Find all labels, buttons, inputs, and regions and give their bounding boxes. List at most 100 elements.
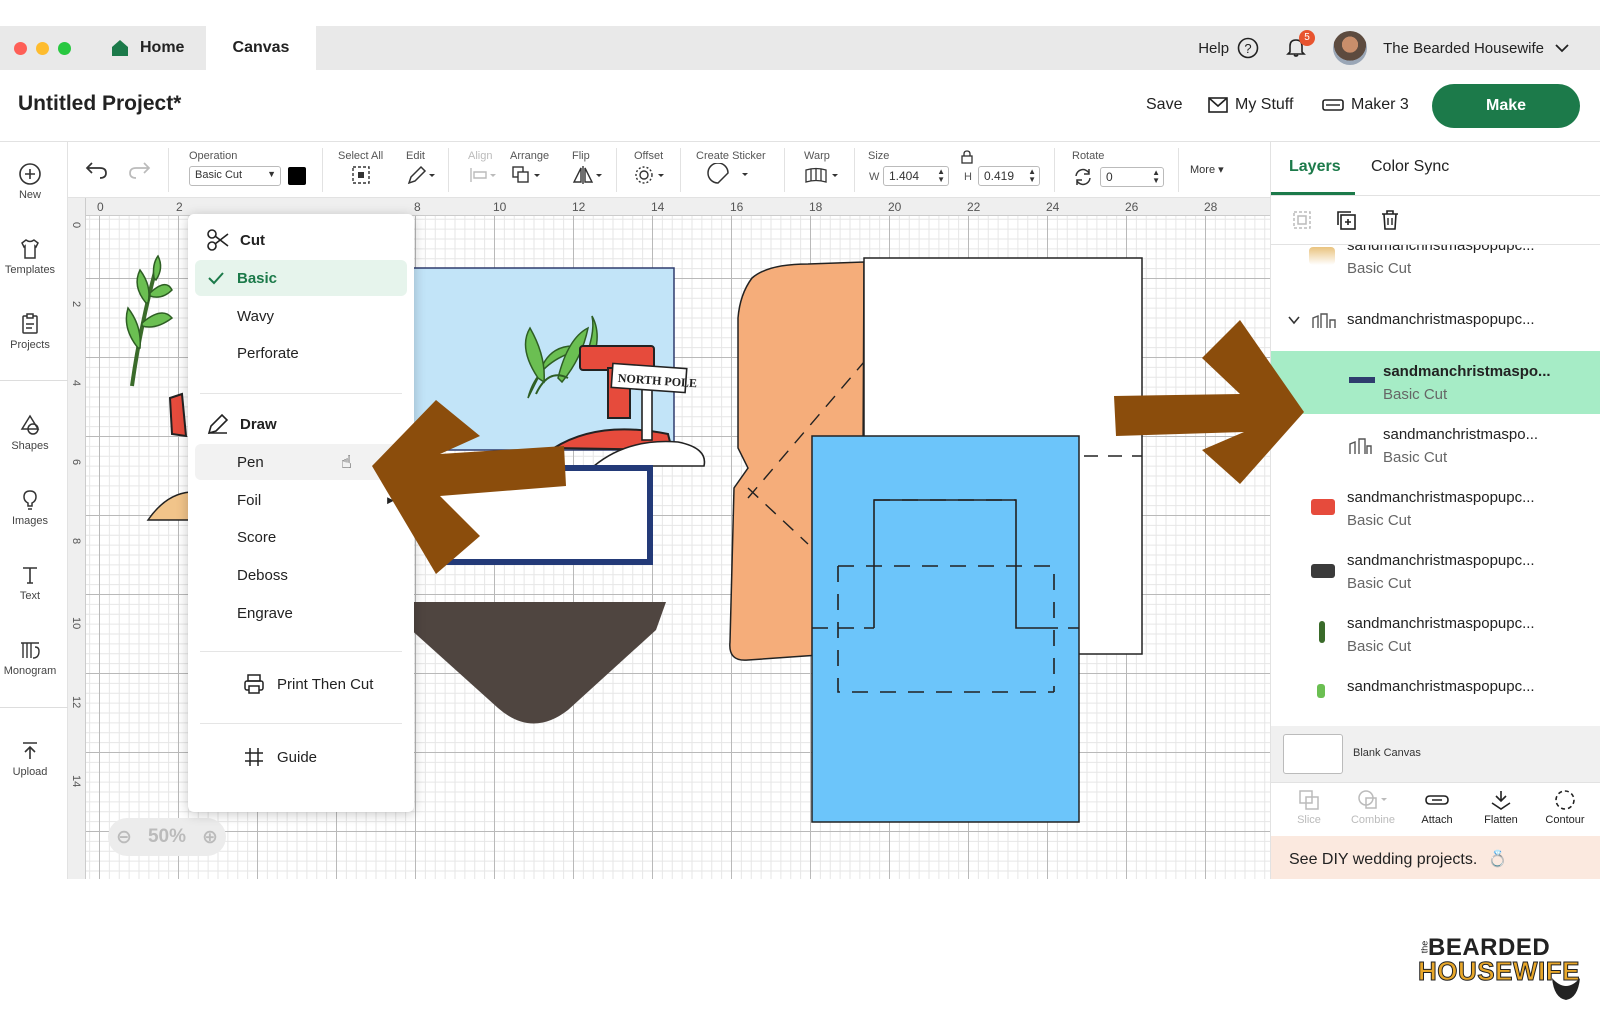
tab-canvas[interactable]: Canvas — [206, 26, 316, 70]
slice-button[interactable]: Slice — [1277, 789, 1341, 826]
nav-new[interactable]: New — [0, 162, 60, 201]
edit-group[interactable]: Edit — [406, 150, 436, 189]
combine-button[interactable]: Combine — [1341, 789, 1405, 826]
plant-shape[interactable] — [125, 254, 174, 387]
toolbar-divider — [168, 148, 169, 192]
more-button[interactable]: More ▾ — [1190, 163, 1224, 176]
layer-row[interactable]: sandmanchristmaspopupc... Basic Cut — [1271, 540, 1600, 603]
tab-home[interactable]: Home — [100, 26, 204, 70]
operation-select[interactable]: Basic Cut ▼ — [189, 166, 281, 186]
flip-group[interactable]: Flip — [572, 150, 606, 189]
tab-canvas-label: Canvas — [232, 39, 290, 56]
project-title[interactable]: Untitled Project* — [18, 92, 181, 116]
zoom-out-button[interactable]: ⊖ — [116, 826, 132, 849]
layer-row[interactable]: sandmanchristmaspo... Basic Cut — [1271, 414, 1600, 477]
nav-templates-label: Templates — [4, 264, 56, 276]
layer-row[interactable]: sandmanchristmaspopupc... Basic Cut — [1271, 245, 1600, 288]
contour-button[interactable]: Contour — [1533, 789, 1597, 826]
notification-badge: 5 — [1299, 30, 1316, 46]
group-icon[interactable] — [1291, 209, 1313, 231]
select-all-icon — [351, 166, 370, 184]
nav-projects[interactable]: Projects — [0, 312, 60, 351]
offset-group[interactable]: Offset — [634, 150, 668, 189]
tab-layers[interactable]: Layers — [1289, 158, 1341, 176]
height-input[interactable]: 0.419 ▲ ▼ — [978, 166, 1040, 186]
nav-text-label: Text — [19, 590, 41, 602]
tab-color-sync[interactable]: Color Sync — [1371, 158, 1449, 176]
operation-color-swatch[interactable] — [288, 167, 306, 185]
nav-shapes-label: Shapes — [11, 440, 49, 452]
blank-canvas-row[interactable]: Blank Canvas — [1271, 726, 1600, 782]
close-window-button[interactable] — [14, 42, 27, 55]
pen-label: Pen — [237, 453, 264, 471]
select-all-group[interactable]: Select All — [338, 150, 383, 189]
nav-monogram[interactable]: Monogram — [0, 638, 60, 677]
operation-guide[interactable]: Guide — [188, 739, 414, 775]
lock-icon[interactable] — [961, 150, 973, 164]
flatten-icon — [1491, 791, 1511, 810]
operation-pen[interactable]: Pen ☝ — [195, 444, 407, 480]
operation-basic[interactable]: Basic — [195, 260, 407, 296]
combine-icon — [1358, 790, 1387, 809]
operation-score[interactable]: Score — [188, 519, 414, 555]
redo-icon[interactable] — [126, 160, 152, 180]
user-name[interactable]: The Bearded Housewife — [1383, 40, 1544, 57]
hat-shape-fragment[interactable] — [146, 491, 191, 521]
layer-group-row[interactable]: sandmanchristmaspopupc... — [1271, 288, 1600, 351]
align-icon — [470, 168, 496, 182]
warp-group[interactable]: Warp — [804, 150, 844, 189]
flatten-button[interactable]: Flatten — [1469, 789, 1533, 826]
rotate-input[interactable]: 0 ▲ ▼ — [1100, 167, 1164, 187]
navy-frame-shape[interactable] — [433, 465, 653, 565]
make-button[interactable]: Make — [1432, 84, 1580, 128]
undo-icon[interactable] — [84, 160, 110, 180]
create-sticker-group[interactable]: Create Sticker — [696, 150, 766, 190]
save-button[interactable]: Save — [1146, 96, 1182, 114]
operation-perforate[interactable]: Perforate — [188, 335, 414, 371]
brown-pocket-shape[interactable] — [398, 602, 666, 724]
attach-button[interactable]: Attach — [1405, 789, 1469, 826]
tab-home-label: Home — [140, 39, 185, 56]
nav-shapes[interactable]: Shapes — [0, 413, 60, 452]
perforate-label: Perforate — [237, 344, 299, 362]
layer-row-selected[interactable]: sandmanchristmaspo... Basic Cut — [1271, 351, 1600, 414]
machine-select[interactable]: Maker 3 — [1322, 96, 1409, 114]
arrange-icon — [512, 166, 540, 183]
promo-banner[interactable]: See DIY wedding projects. 💍 — [1271, 836, 1600, 879]
offset-icon — [635, 166, 664, 184]
chevron-down-icon[interactable] — [1554, 40, 1570, 56]
size-group: Size — [868, 150, 889, 162]
arrange-group[interactable]: Arrange — [510, 150, 549, 189]
nav-text[interactable]: Text — [0, 563, 60, 602]
red-shape-fragment[interactable] — [168, 392, 188, 438]
zoom-in-button[interactable]: ⊕ — [202, 826, 218, 849]
operation-wavy[interactable]: Wavy — [188, 298, 414, 334]
operation-engrave[interactable]: Engrave — [188, 595, 414, 631]
slice-icon — [1299, 790, 1319, 810]
operation-deboss[interactable]: Deboss — [188, 557, 414, 593]
duplicate-icon[interactable] — [1335, 209, 1357, 231]
chevron-down-icon[interactable] — [1287, 313, 1301, 327]
north-pole-card[interactable]: NORTH POLE — [405, 267, 706, 467]
operation-print-then-cut[interactable]: Print Then Cut — [188, 666, 414, 702]
nav-templates[interactable]: Templates — [0, 237, 60, 276]
group-thumbnail-icon — [1312, 313, 1336, 328]
avatar[interactable] — [1333, 31, 1368, 65]
nav-images[interactable]: Images — [0, 488, 60, 527]
my-stuff-button[interactable]: My Stuff — [1208, 96, 1293, 114]
layer-row[interactable]: sandmanchristmaspopupc... — [1271, 666, 1600, 726]
operation-foil[interactable]: Foil ▶ — [188, 482, 414, 518]
minimize-window-button[interactable] — [36, 42, 49, 55]
help-icon[interactable]: ? — [1237, 37, 1259, 59]
trash-icon[interactable] — [1379, 209, 1401, 231]
flip-icon — [572, 166, 602, 184]
help-link[interactable]: Help — [1198, 40, 1229, 57]
blue-popup-card[interactable] — [811, 435, 1080, 823]
notifications-button[interactable]: 5 — [1285, 30, 1316, 60]
layer-row[interactable]: sandmanchristmaspopupc... Basic Cut — [1271, 603, 1600, 666]
layer-row[interactable]: sandmanchristmaspopupc... Basic Cut — [1271, 477, 1600, 540]
rotate-icon[interactable] — [1072, 166, 1094, 188]
nav-upload[interactable]: Upload — [0, 739, 60, 778]
width-input[interactable]: 1.404 ▲ ▼ — [883, 166, 949, 186]
maximize-window-button[interactable] — [58, 42, 71, 55]
